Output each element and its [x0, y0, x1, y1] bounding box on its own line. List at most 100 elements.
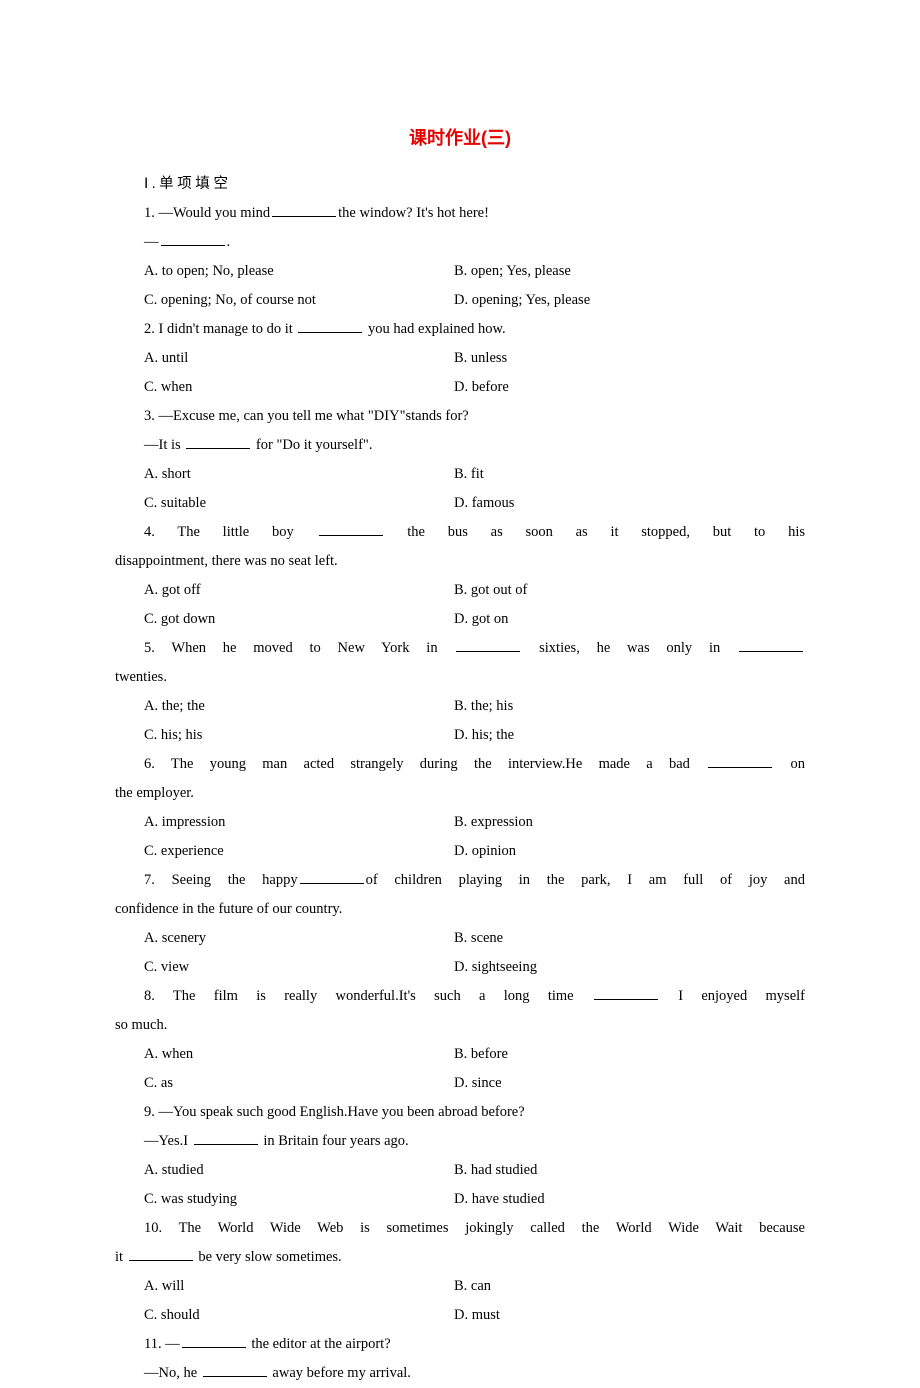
q8-option-b: B. before	[454, 1040, 508, 1069]
q6-options-row1: A. impression B. expression	[115, 808, 805, 837]
q4-option-d: D. got on	[454, 605, 508, 634]
q6-option-d: D. opinion	[454, 837, 516, 866]
q6-option-a: A. impression	[144, 808, 454, 837]
q6-option-c: C. experience	[144, 837, 454, 866]
q1-text-2b: .	[227, 234, 231, 250]
q1-option-b: B. open; Yes, please	[454, 257, 571, 286]
q7-option-c: C. view	[144, 953, 454, 982]
q11-text-2b: away before my arrival.	[269, 1365, 411, 1381]
q2-stem: 2. I didn't manage to do it you had expl…	[115, 315, 805, 344]
blank	[708, 754, 772, 768]
q9-text-2a: —Yes.I	[144, 1133, 192, 1149]
q2-options-row2: C. when D. before	[115, 373, 805, 402]
q1-option-a: A. to open; No, please	[144, 257, 454, 286]
q9-stem-line2: —Yes.I in Britain four years ago.	[115, 1127, 805, 1156]
q10-option-c: C. should	[144, 1301, 454, 1330]
q10-cont-a: it	[115, 1249, 127, 1265]
q8-text-b: I enjoyed myself	[660, 988, 805, 1004]
q7-option-b: B. scene	[454, 924, 503, 953]
q11-text-a: 11. —	[144, 1336, 180, 1352]
q8-text-a: 8. The film is really wonderful.It's suc…	[144, 988, 592, 1004]
blank	[272, 203, 336, 217]
q8-options-row1: A. when B. before	[115, 1040, 805, 1069]
q4-text-a: 4. The little boy	[144, 524, 317, 540]
q8-option-d: D. since	[454, 1069, 502, 1098]
blank	[319, 522, 383, 536]
q5-option-b: B. the; his	[454, 692, 513, 721]
q9-option-d: D. have studied	[454, 1185, 545, 1214]
q8-option-a: A. when	[144, 1040, 454, 1069]
blank	[182, 1334, 246, 1348]
q1-text-2a: —	[144, 234, 159, 250]
blank	[594, 986, 658, 1000]
q10-option-b: B. can	[454, 1272, 491, 1301]
q1-options-row1: A. to open; No, please B. open; Yes, ple…	[115, 257, 805, 286]
q9-option-c: C. was studying	[144, 1185, 454, 1214]
q7-text-b: of children playing in the park, I am fu…	[366, 872, 805, 888]
q7-stem-line2: confidence in the future of our country.	[115, 895, 805, 924]
q4-option-c: C. got down	[144, 605, 454, 634]
blank	[456, 638, 520, 652]
q3-text-2b: for "Do it yourself".	[252, 437, 372, 453]
q3-option-a: A. short	[144, 460, 454, 489]
q7-stem-line1: 7. Seeing the happy of children playing i…	[115, 866, 805, 895]
q10-stem-line1: 10. The World Wide Web is sometimes joki…	[115, 1214, 805, 1243]
q5-stem-line1: 5. When he moved to New York in sixties,…	[115, 634, 805, 663]
q9-text-2b: in Britain four years ago.	[260, 1133, 409, 1149]
q1-text-a: 1. —Would you mind	[144, 205, 270, 221]
q5-text-b: sixties, he was only in	[522, 640, 737, 656]
q6-options-row2: C. experience D. opinion	[115, 837, 805, 866]
q1-stem-line2: —.	[115, 228, 805, 257]
blank	[129, 1247, 193, 1261]
q1-options-row2: C. opening; No, of course not D. opening…	[115, 286, 805, 315]
q10-cont-b: be very slow sometimes.	[195, 1249, 342, 1265]
q2-option-d: D. before	[454, 373, 509, 402]
q4-options-row2: C. got down D. got on	[115, 605, 805, 634]
section-heading: Ⅰ.单项填空	[115, 170, 805, 199]
q2-options-row1: A. until B. unless	[115, 344, 805, 373]
page: 课时作业(三) Ⅰ.单项填空 1. —Would you mind the win…	[0, 0, 920, 1302]
q1-option-d: D. opening; Yes, please	[454, 286, 590, 315]
q8-options-row2: C. as D. since	[115, 1069, 805, 1098]
blank	[300, 870, 364, 884]
q1-text-b: the window? It's hot here!	[338, 205, 489, 221]
q2-option-b: B. unless	[454, 344, 507, 373]
q11-stem-line1: 11. — the editor at the airport?	[115, 1330, 805, 1359]
q9-stem-line1: 9. —You speak such good English.Have you…	[115, 1098, 805, 1127]
q4-stem-line1: 4. The little boy the bus as soon as it …	[115, 518, 805, 547]
page-title: 课时作业(三)	[115, 120, 805, 156]
q3-options-row2: C. suitable D. famous	[115, 489, 805, 518]
q3-stem-line2: —It is for "Do it yourself".	[115, 431, 805, 460]
q2-option-c: C. when	[144, 373, 454, 402]
q5-options-row1: A. the; the B. the; his	[115, 692, 805, 721]
q10-options-row2: C. should D. must	[115, 1301, 805, 1330]
q3-options-row1: A. short B. fit	[115, 460, 805, 489]
q5-option-c: C. his; his	[144, 721, 454, 750]
q6-text-b: on	[774, 756, 805, 772]
q11-stem-line2: —No, he away before my arrival.	[115, 1359, 805, 1388]
q11-text-b: the editor at the airport?	[248, 1336, 391, 1352]
q9-options-row2: C. was studying D. have studied	[115, 1185, 805, 1214]
q10-option-a: A. will	[144, 1272, 454, 1301]
q6-text-a: 6. The young man acted strangely during …	[144, 756, 706, 772]
q5-stem-line2: twenties.	[115, 663, 805, 692]
q7-option-a: A. scenery	[144, 924, 454, 953]
q7-options-row1: A. scenery B. scene	[115, 924, 805, 953]
blank	[203, 1363, 267, 1377]
blank	[186, 435, 250, 449]
q4-options-row1: A. got off B. got out of	[115, 576, 805, 605]
q8-stem-line1: 8. The film is really wonderful.It's suc…	[115, 982, 805, 1011]
blank	[194, 1131, 258, 1145]
q9-options-row1: A. studied B. had studied	[115, 1156, 805, 1185]
blank	[161, 232, 225, 246]
q3-stem-line1: 3. —Excuse me, can you tell me what "DIY…	[115, 402, 805, 431]
q10-option-d: D. must	[454, 1301, 500, 1330]
q5-options-row2: C. his; his D. his; the	[115, 721, 805, 750]
q6-stem-line1: 6. The young man acted strangely during …	[115, 750, 805, 779]
q7-options-row2: C. view D. sightseeing	[115, 953, 805, 982]
q2-text-b: you had explained how.	[364, 321, 505, 337]
q6-option-b: B. expression	[454, 808, 533, 837]
q2-text-a: 2. I didn't manage to do it	[144, 321, 296, 337]
q3-option-b: B. fit	[454, 460, 484, 489]
q7-text-a: 7. Seeing the happy	[144, 872, 298, 888]
